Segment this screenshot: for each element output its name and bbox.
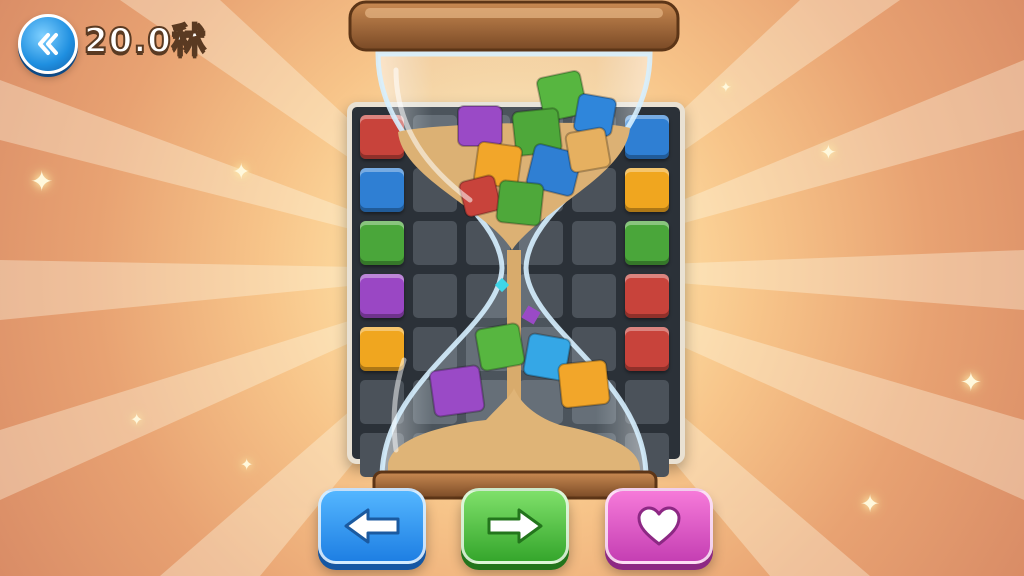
next-button[interactable] <box>461 488 569 564</box>
tile-green[interactable] <box>625 221 669 265</box>
tile-blue[interactable] <box>625 115 669 159</box>
board-cell[interactable] <box>625 380 669 424</box>
sparkle-icon: ✦ <box>232 160 251 185</box>
sparkle-icon: ✦ <box>130 410 144 429</box>
sparkle-icon: ✦ <box>240 455 254 474</box>
board-cell[interactable] <box>519 221 563 265</box>
arrow-left-icon <box>344 508 400 544</box>
board-cell[interactable] <box>413 221 457 265</box>
board-cell[interactable] <box>466 221 510 265</box>
board-cell[interactable] <box>466 433 510 477</box>
timer-readout: 20.0秫 <box>83 18 207 64</box>
sparkle-icon: ✦ <box>860 490 881 518</box>
board-cell[interactable] <box>466 168 510 212</box>
heart-icon <box>637 506 681 546</box>
board-cell[interactable] <box>572 380 616 424</box>
tile-red[interactable] <box>360 115 404 159</box>
board-cell[interactable] <box>519 115 563 159</box>
board-cell[interactable] <box>360 380 404 424</box>
tile-red[interactable] <box>625 327 669 371</box>
board-cell[interactable] <box>572 327 616 371</box>
back-button[interactable] <box>18 14 78 74</box>
sparkle-icon: ✦ <box>820 140 837 164</box>
board-cell[interactable] <box>572 274 616 318</box>
board-cell[interactable] <box>519 327 563 371</box>
sparkle-icon: ✦ <box>960 368 982 398</box>
arrow-right-icon <box>487 508 543 544</box>
board-cell[interactable] <box>519 274 563 318</box>
previous-button[interactable] <box>318 488 426 564</box>
board-cell[interactable] <box>466 327 510 371</box>
board-cell[interactable] <box>519 168 563 212</box>
tile-green[interactable] <box>360 221 404 265</box>
board-cell[interactable] <box>625 433 669 477</box>
double-chevron-left-icon <box>38 33 58 55</box>
board-cell[interactable] <box>466 380 510 424</box>
board-cell[interactable] <box>413 380 457 424</box>
board-cell[interactable] <box>519 380 563 424</box>
board-cell[interactable] <box>572 221 616 265</box>
timer-unit: 秫 <box>171 20 207 62</box>
tile-yellow[interactable] <box>625 168 669 212</box>
sparkle-icon: ✦ <box>720 80 732 96</box>
board-cell[interactable] <box>466 115 510 159</box>
board-cell[interactable] <box>413 274 457 318</box>
board-cell[interactable] <box>466 274 510 318</box>
board-cell[interactable] <box>572 433 616 477</box>
favorite-button[interactable] <box>605 488 713 564</box>
sparkle-icon: ✦ <box>30 165 54 198</box>
tile-red[interactable] <box>625 274 669 318</box>
board-cell[interactable] <box>413 433 457 477</box>
tile-yellow[interactable] <box>360 327 404 371</box>
puzzle-board <box>347 102 685 477</box>
tile-blue[interactable] <box>360 168 404 212</box>
timer-value: 20.0 <box>83 20 172 62</box>
board-cell[interactable] <box>413 115 457 159</box>
board-cell[interactable] <box>413 327 457 371</box>
board-cell[interactable] <box>360 433 404 477</box>
board-cell[interactable] <box>572 168 616 212</box>
board-cell[interactable] <box>413 168 457 212</box>
tile-purple[interactable] <box>360 274 404 318</box>
board-cell[interactable] <box>519 433 563 477</box>
board-cell[interactable] <box>572 115 616 159</box>
